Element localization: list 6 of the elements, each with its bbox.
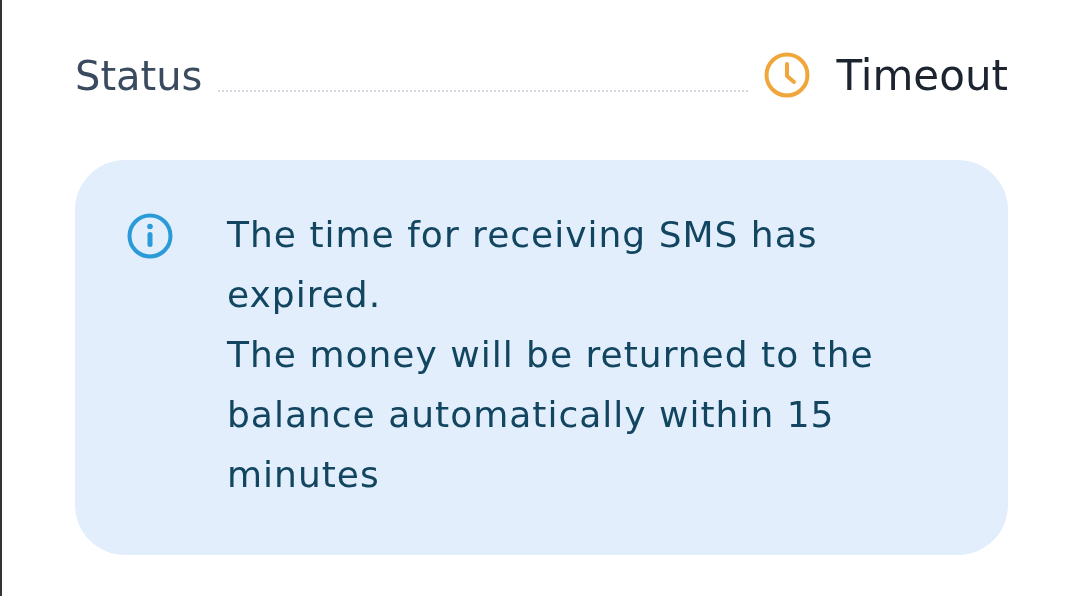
status-label: Status — [75, 52, 203, 101]
status-value: Timeout — [836, 50, 1008, 102]
clock-icon — [764, 52, 811, 98]
notice-text: The money will be returned to the balance automatically within 15 minutes — [227, 333, 875, 497]
notice-text: The time for receiving SMS has expired. — [227, 213, 819, 317]
info-icon — [127, 213, 173, 259]
